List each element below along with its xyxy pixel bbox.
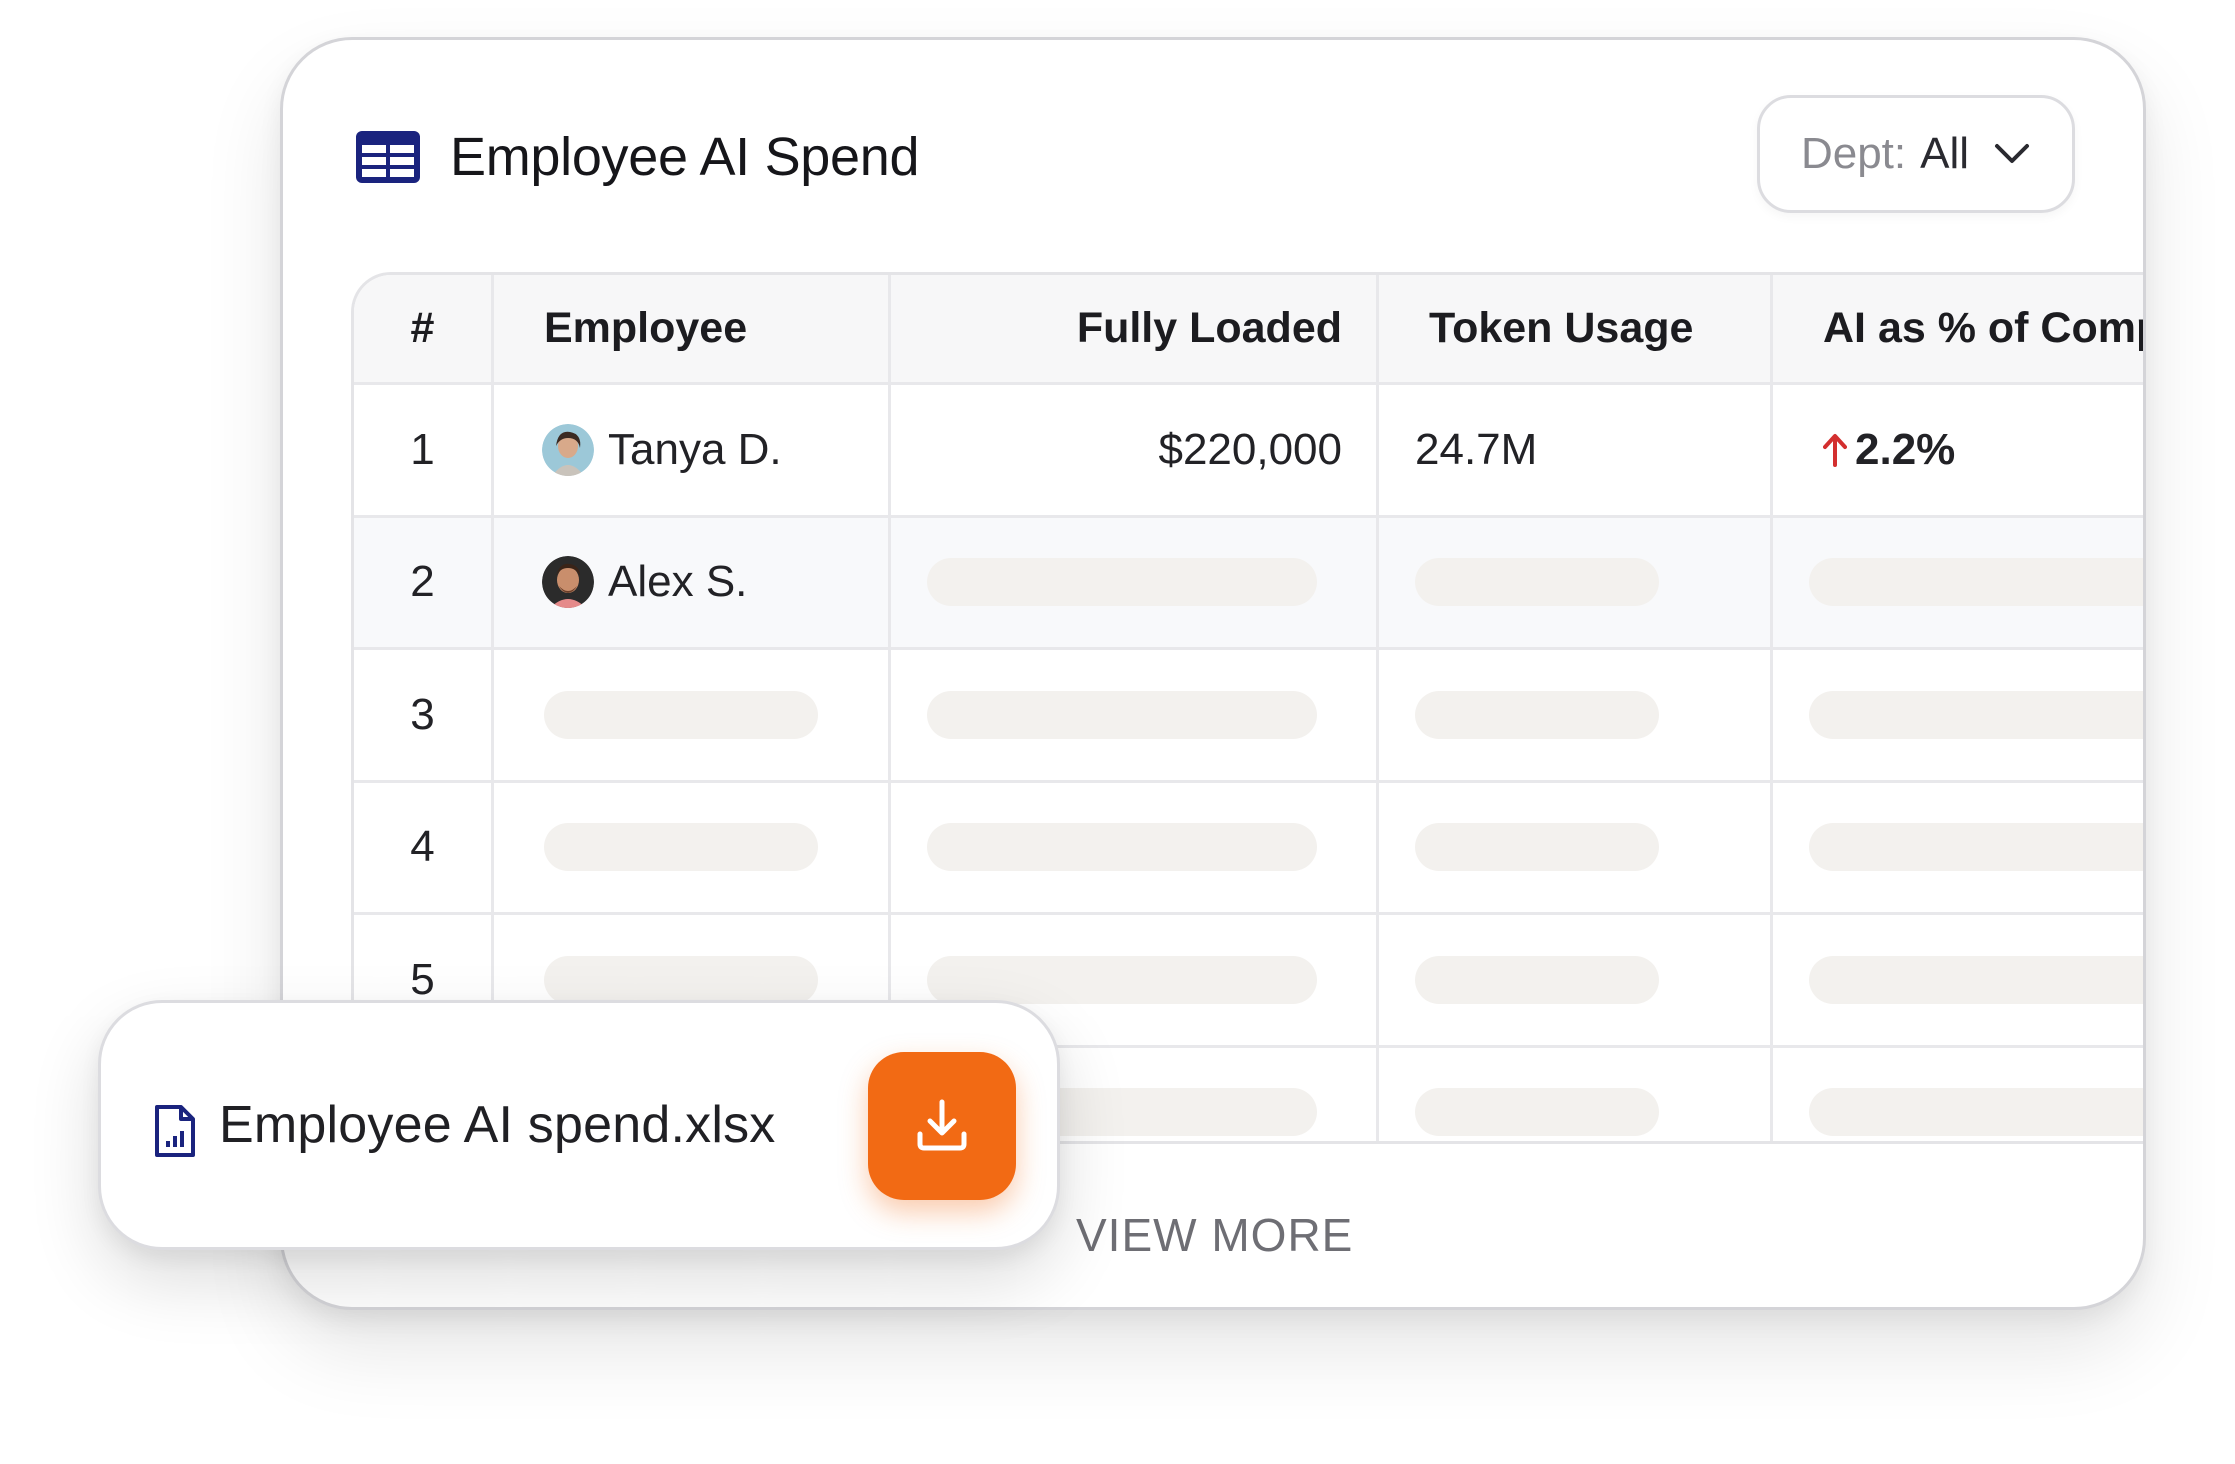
loading-skeleton [1809, 955, 2143, 1004]
column-header-index[interactable]: # [354, 275, 494, 385]
loading-skeleton [1809, 558, 2143, 607]
table-row-fully-loaded [891, 782, 1379, 915]
card-title: Employee AI Spend [450, 127, 920, 187]
table-row-index: 4 [354, 782, 494, 915]
download-icon [917, 1099, 967, 1151]
loading-skeleton [544, 690, 818, 739]
avatar [542, 423, 594, 476]
arrow-up-icon [1823, 433, 1847, 467]
table-row-token-usage [1379, 915, 1773, 1048]
table-row-fully-loaded: $220,000 [891, 385, 1379, 518]
loading-skeleton [927, 690, 1317, 739]
table-row-index: 1 [354, 385, 494, 518]
table-row-token-usage [1379, 1047, 1773, 1141]
loading-skeleton [1809, 690, 2143, 739]
stage: Employee AI Spend Dept: All # Employee F… [0, 0, 2235, 1464]
loading-skeleton [1809, 823, 2143, 872]
table-row-employee[interactable]: Alex S. [494, 517, 891, 650]
table-row-ai-pct: 2.2% [1773, 385, 2143, 518]
avatar [542, 556, 594, 609]
chevron-down-icon [1995, 144, 2030, 163]
employee-name: Tanya D. [608, 424, 782, 474]
table-row-token-usage [1379, 650, 1773, 783]
column-header-employee[interactable]: Employee [494, 275, 891, 385]
column-header-ai-pct[interactable]: AI as % of Comp [1773, 275, 2143, 385]
loading-skeleton [927, 823, 1317, 872]
table-icon [356, 131, 420, 183]
download-button[interactable] [868, 1052, 1016, 1200]
loading-skeleton [1415, 558, 1659, 607]
file-name: Employee AI spend.xlsx [219, 1096, 776, 1154]
ai-pct-value: 2.2% [1855, 424, 1956, 474]
loading-skeleton [544, 823, 818, 872]
table-row-index: 2 [354, 517, 494, 650]
loading-skeleton [1415, 1088, 1659, 1137]
table-row-fully-loaded [891, 650, 1379, 783]
file-download-chip: Employee AI spend.xlsx [98, 1000, 1060, 1250]
table-row-ai-pct [1773, 650, 2143, 783]
loading-skeleton [927, 558, 1317, 607]
table-row-token-usage [1379, 517, 1773, 650]
dept-filter-dropdown[interactable]: Dept: All [1757, 95, 2075, 213]
loading-skeleton [927, 955, 1317, 1004]
dept-filter-label: Dept: [1800, 129, 1907, 178]
loading-skeleton [1415, 823, 1659, 872]
loading-skeleton [544, 955, 818, 1004]
loading-skeleton [1415, 690, 1659, 739]
dept-filter-value: All [1920, 129, 1970, 178]
table-row-index: 3 [354, 650, 494, 783]
loading-skeleton [1809, 1088, 2143, 1137]
table-row-ai-pct [1773, 1048, 2143, 1142]
table-row-fully-loaded [891, 517, 1379, 650]
column-header-token-usage[interactable]: Token Usage [1379, 275, 1773, 385]
table-row-ai-pct [1773, 915, 2143, 1048]
card-header: Employee AI Spend [356, 126, 920, 188]
loading-skeleton [1415, 955, 1659, 1004]
view-more-button[interactable]: VIEW MORE [1076, 1208, 1353, 1262]
table-row-token-usage [1379, 782, 1773, 915]
table-row-employee [494, 650, 891, 783]
table-row-ai-pct [1773, 517, 2143, 650]
table-row-employee[interactable]: Tanya D. [494, 385, 891, 518]
spreadsheet-file-icon [155, 1105, 195, 1157]
employee-name: Alex S. [608, 557, 748, 607]
column-header-fully-loaded[interactable]: Fully Loaded [891, 275, 1379, 385]
table-row-employee [494, 782, 891, 915]
table-row-token-usage: 24.7M [1379, 385, 1773, 518]
table-row-ai-pct [1773, 783, 2143, 915]
